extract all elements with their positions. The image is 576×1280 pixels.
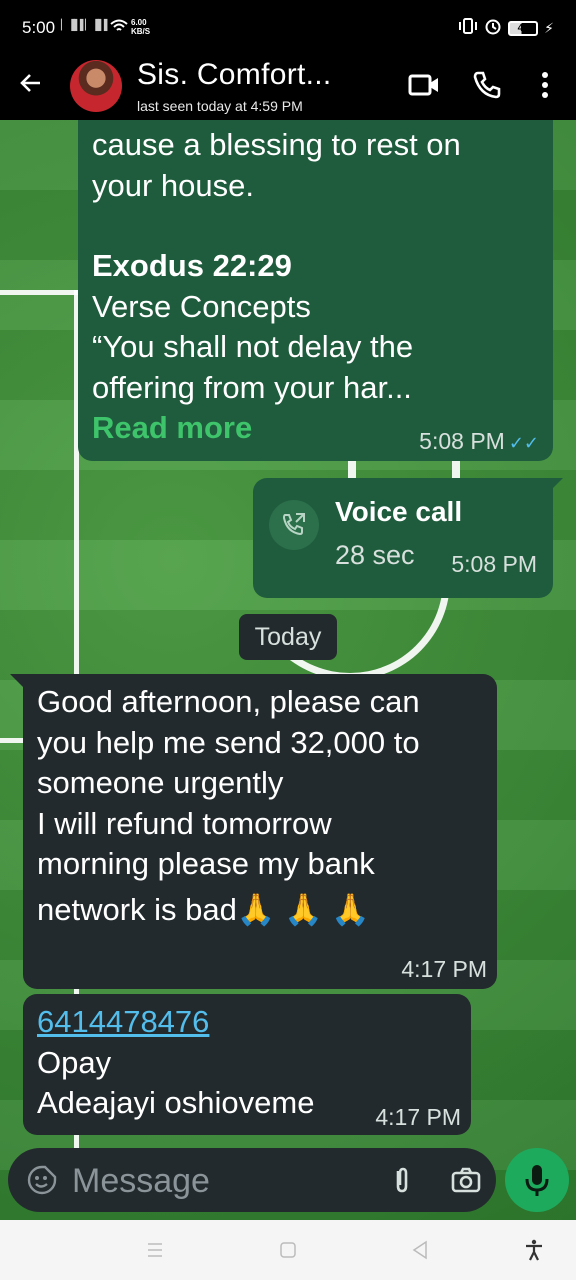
message-text: 6414478476 Opay Adeajayi oshioveme: [37, 1002, 314, 1124]
phone-number-link[interactable]: 6414478476: [37, 1002, 314, 1043]
voice-call-content: Voice call 28 sec 5:08 PM: [253, 478, 553, 598]
message-line: morning please my bank: [37, 846, 375, 881]
message-line: network is bad🙏 🙏 🙏: [37, 890, 420, 931]
voice-call-bubble[interactable]: Voice call 28 sec 5:08 PM: [253, 478, 553, 598]
avatar[interactable]: [70, 60, 122, 112]
message-composer[interactable]: Message: [8, 1148, 496, 1212]
voice-call-duration: 28 sec: [335, 540, 415, 570]
accessibility-icon[interactable]: [522, 1238, 546, 1262]
bubble-tail: [10, 674, 24, 688]
message-line: I will refund tomorrow: [37, 805, 332, 841]
network-speed: 6.00 KB/S: [131, 18, 150, 36]
message-time: 5:08 PM: [451, 551, 537, 577]
phone-icon[interactable]: [472, 70, 508, 100]
message-time: 4:17 PM: [401, 956, 487, 982]
vibrate-icon: [458, 18, 478, 38]
signal-icon: ▏▐▌▌: [61, 20, 87, 31]
video-camera-icon[interactable]: [408, 70, 444, 100]
camera-icon[interactable]: [450, 1164, 482, 1196]
charging-icon: ⚡: [544, 19, 554, 36]
message-meta: 5:08 PM ✓✓: [419, 428, 539, 455]
message-line: cause a blessing to rest on: [92, 127, 461, 162]
message-line: someone urgently: [37, 765, 284, 800]
message-input[interactable]: Message: [72, 1162, 210, 1201]
microphone-icon[interactable]: [505, 1148, 569, 1212]
home-icon[interactable]: [276, 1238, 300, 1262]
wifi-icon: [110, 19, 128, 38]
back-icon[interactable]: [408, 1238, 432, 1262]
read-more-link[interactable]: Read more: [92, 408, 461, 449]
status-time: 5:00: [22, 18, 56, 37]
status-bar: 5:00 ▏▐▌▌ ▏▐▌▌ 6.00 KB/S 43 ⚡: [0, 0, 576, 56]
message-bubble-outgoing[interactable]: cause a blessing to rest on your house. …: [78, 120, 553, 461]
message-heading: Exodus 22:29: [92, 248, 292, 283]
status-right: 43 ⚡: [458, 17, 554, 39]
read-receipt-icon: ✓✓: [508, 433, 539, 453]
message-line: Good afternoon, please can: [37, 684, 420, 719]
signal-icon-2: ▏▐▌▌: [85, 20, 111, 31]
more-vertical-icon[interactable]: [530, 70, 560, 100]
message-line: “You shall not delay the: [92, 329, 414, 364]
message-time: 5:08 PM: [419, 428, 505, 454]
message-bubble-incoming[interactable]: 6414478476 Opay Adeajayi oshioveme 4:17 …: [23, 994, 471, 1135]
network-speed-value: 6.00: [131, 18, 147, 27]
pitch-line: [0, 290, 78, 295]
emoji-sticker-icon[interactable]: [26, 1164, 58, 1196]
recent-apps-icon[interactable]: [143, 1238, 167, 1262]
message-time: 4:17 PM: [375, 1104, 461, 1130]
outgoing-call-icon: [269, 500, 319, 550]
chat-header: Sis. Comfort... last seen today at 4:59 …: [0, 56, 576, 120]
system-navigation-bar: [0, 1220, 576, 1280]
arrow-left-icon[interactable]: [18, 70, 44, 102]
network-speed-unit: KB/S: [131, 27, 151, 36]
message-line: Verse Concepts: [92, 288, 311, 324]
voice-call-title: Voice call: [335, 496, 463, 527]
message-line: Adeajayi oshioveme: [37, 1085, 315, 1120]
message-bubble-incoming[interactable]: Good afternoon, please can you help me s…: [23, 674, 497, 989]
message-line-text: network is bad: [37, 891, 237, 927]
message-line: Opay: [37, 1044, 112, 1080]
paperclip-icon[interactable]: [386, 1164, 418, 1196]
alarm-icon: [484, 17, 502, 39]
message-line: you help me send 32,000 to: [37, 724, 420, 760]
date-divider: Today: [239, 614, 337, 660]
message-line: your house.: [92, 167, 254, 203]
last-seen-status: last seen today at 4:59 PM: [137, 98, 303, 114]
contact-name[interactable]: Sis. Comfort...: [137, 58, 332, 92]
message-text: Good afternoon, please can you help me s…: [37, 682, 420, 930]
folded-hands-emoji: 🙏 🙏 🙏: [236, 891, 370, 927]
message-text: cause a blessing to rest on your house. …: [92, 125, 461, 449]
message-line: offering from your har...: [92, 369, 412, 405]
battery-icon: 43: [508, 20, 539, 36]
